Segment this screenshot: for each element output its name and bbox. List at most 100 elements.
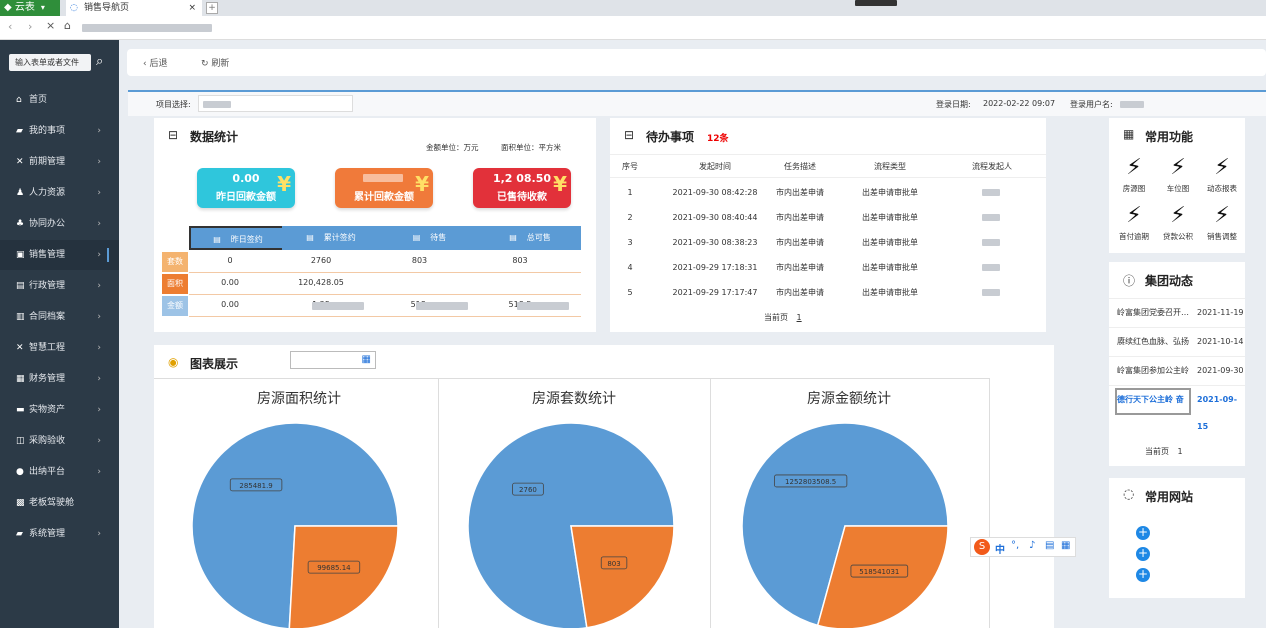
sidebar-item-1[interactable]: ▰ 我的事项 ›: [0, 116, 119, 146]
function-tile[interactable]: ⚡ 销售调整: [1199, 201, 1245, 251]
login-date-label: 登录日期:: [936, 100, 971, 109]
sidebar-item-9[interactable]: ▦ 财务管理 ›: [0, 364, 119, 394]
sidebar-item-11[interactable]: ◫ 采购验收 ›: [0, 426, 119, 456]
sidebar-item-3[interactable]: ♟ 人力资源 ›: [0, 178, 119, 208]
todo-cell: 1: [627, 188, 633, 197]
news-text[interactable]: 岭富集团党委召开…: [1117, 299, 1193, 326]
sidebar-item-6[interactable]: ▤ 行政管理 ›: [0, 271, 119, 301]
lightning-icon: ⚡: [1214, 155, 1230, 180]
sidebar-item-0[interactable]: ⌂ 首页: [0, 85, 119, 115]
function-label: 销售调整: [1207, 232, 1237, 241]
sidebar-search-input[interactable]: 输入表单或者文件: [9, 54, 91, 71]
todo-row[interactable]: 2 2021-09-30 08:40:44 市内出差申请 出差申请审批单: [610, 205, 1047, 230]
back-nav-icon[interactable]: ‹: [8, 20, 12, 33]
function-tile[interactable]: ⚡ 房源图: [1111, 153, 1157, 203]
ime-toolbar[interactable]: S 中 °, ♪ ▤ ▦: [970, 537, 1076, 557]
folder-icon: ▰: [16, 126, 23, 136]
app-tab[interactable]: ◆ 云表 ▾: [0, 0, 60, 16]
apps-icon[interactable]: ▦: [1061, 540, 1070, 551]
lightning-icon: ⚡: [1126, 203, 1142, 228]
function-tile[interactable]: ⚡ 贷款公积: [1155, 201, 1201, 251]
stats-cell: 0: [227, 256, 233, 265]
todo-row[interactable]: 4 2021-09-29 17:18:31 市内出差申请 出差申请审批单: [610, 255, 1047, 280]
news-page-link[interactable]: 1: [1178, 447, 1183, 456]
sidebar-item-2[interactable]: ✕ 前期管理 ›: [0, 147, 119, 177]
news-title: 集团动态: [1145, 274, 1194, 288]
todo-cell: 2021-09-29 17:18:31: [672, 263, 758, 272]
sidebar-item-5[interactable]: ▣ 销售管理 ›: [0, 240, 119, 270]
blurred-initiator: [982, 189, 1000, 196]
keyboard-icon[interactable]: ▤: [1045, 540, 1054, 551]
login-date: 2022-02-22 09:07: [983, 99, 1056, 108]
sidebar-item-8[interactable]: ✕ 智慧工程 ›: [0, 333, 119, 363]
chevron-down-icon[interactable]: ▾: [41, 3, 45, 12]
ime-mode[interactable]: 中: [995, 541, 1005, 556]
back-button[interactable]: ‹ 后退: [143, 56, 167, 69]
websites-title: 常用网站: [1145, 490, 1194, 504]
news-item[interactable]: 德行天下公主岭 奋 2021-09-15: [1109, 385, 1245, 431]
refresh-icon: ↻: [201, 59, 212, 69]
forward-nav-icon[interactable]: ›: [28, 20, 32, 33]
sidebar-item-12[interactable]: ● 出纳平台 ›: [0, 457, 119, 487]
todo-row[interactable]: 1 2021-09-30 08:42:28 市内出差申请 出差申请审批单: [610, 180, 1047, 205]
sidebar-item-label: 出纳平台: [29, 467, 66, 477]
function-tile[interactable]: ⚡ 动态报表: [1199, 153, 1245, 203]
todo-cell: 出差申请审批单: [862, 238, 918, 247]
todo-page-link[interactable]: 1: [797, 313, 802, 322]
stats-icon: ⊟: [168, 128, 179, 142]
todo-cell: 2: [627, 213, 633, 222]
sidebar-item-13[interactable]: ▩ 老板驾驶舱: [0, 488, 119, 518]
close-tab-icon[interactable]: ×: [188, 0, 196, 16]
chevron-right-icon: ›: [97, 126, 101, 136]
sidebar-item-7[interactable]: ▥ 合同档案 ›: [0, 302, 119, 332]
refresh-button[interactable]: ↻ 刷新: [201, 56, 229, 69]
add-site-icon[interactable]: +: [1136, 526, 1150, 540]
function-tile[interactable]: ⚡ 首付逾期: [1111, 201, 1157, 251]
todo-cell: 出差申请审批单: [862, 288, 918, 297]
table-header-icon: ▤: [306, 233, 314, 242]
users-icon: ♟: [16, 188, 25, 198]
blurred-value: [517, 302, 569, 310]
stats-col-header: ▤ 待售: [380, 226, 479, 250]
todo-cell: 出差申请审批单: [862, 263, 918, 272]
add-site-icon[interactable]: +: [1136, 547, 1150, 561]
add-site-icon[interactable]: +: [1136, 568, 1150, 582]
stats-col-header[interactable]: ▤ 昨日签约: [189, 226, 287, 250]
todo-row[interactable]: 5 2021-09-29 17:17:47 市内出差申请 出差申请审批单: [610, 280, 1047, 305]
chevron-right-icon: ›: [97, 467, 101, 477]
search-icon[interactable]: ⌕: [96, 54, 103, 69]
focus-box: [1115, 388, 1191, 415]
printer-icon: ▤: [16, 281, 25, 291]
todo-row[interactable]: 3 2021-09-30 08:38:23 市内出差申请 出差申请审批单: [610, 230, 1047, 255]
function-label: 首付逾期: [1119, 232, 1149, 241]
chevron-right-icon: ›: [97, 157, 101, 167]
microphone-icon[interactable]: ♪: [1029, 540, 1035, 551]
chevron-right-icon: ›: [97, 436, 101, 446]
sidebar-item-label: 人力资源: [29, 188, 66, 198]
todo-cell: 2021-09-30 08:42:28: [672, 188, 758, 197]
url-field[interactable]: [82, 24, 212, 32]
new-tab-button[interactable]: +: [206, 2, 218, 14]
sidebar-item-14[interactable]: ▰ 系统管理 ›: [0, 519, 119, 549]
news-item[interactable]: 岭富集团参加公主岭 2021-09-30: [1109, 356, 1245, 385]
address-bar: ‹ › × ⌂: [0, 16, 1266, 40]
news-item[interactable]: 岭富集团党委召开… 2021-11-19: [1109, 298, 1245, 327]
sidebar-item-10[interactable]: ▬ 实物资产 ›: [0, 395, 119, 425]
sidebar-item-4[interactable]: ♣ 协同办公 ›: [0, 209, 119, 239]
window-control-icon[interactable]: [855, 0, 897, 6]
news-text[interactable]: 赓续红色血脉、弘扬: [1117, 328, 1193, 355]
table-header-icon: ▤: [509, 233, 517, 242]
project-select[interactable]: [198, 95, 353, 112]
punctuation-icon[interactable]: °,: [1011, 540, 1019, 551]
stop-icon[interactable]: ×: [46, 19, 55, 32]
pie-label-text: 518541031: [859, 568, 899, 576]
lightning-icon: ⚡: [1170, 203, 1186, 228]
news-text[interactable]: 岭富集团参加公主岭: [1117, 357, 1193, 384]
sidebar: 输入表单或者文件 ⌕ ⌂ 首页 ▰ 我的事项 › ✕ 前期管理 › ♟ 人力资源 › ♣ 协同办公 › ▣ 销…: [0, 40, 119, 628]
home-nav-icon[interactable]: ⌂: [64, 19, 71, 32]
active-indicator: [107, 248, 109, 262]
tab-sales-nav[interactable]: ◌ 销售导航页 ×: [66, 0, 202, 16]
tab-title: 销售导航页: [84, 3, 130, 13]
function-tile[interactable]: ⚡ 车位图: [1155, 153, 1201, 203]
news-item[interactable]: 赓续红色血脉、弘扬 2021-10-14: [1109, 327, 1245, 356]
